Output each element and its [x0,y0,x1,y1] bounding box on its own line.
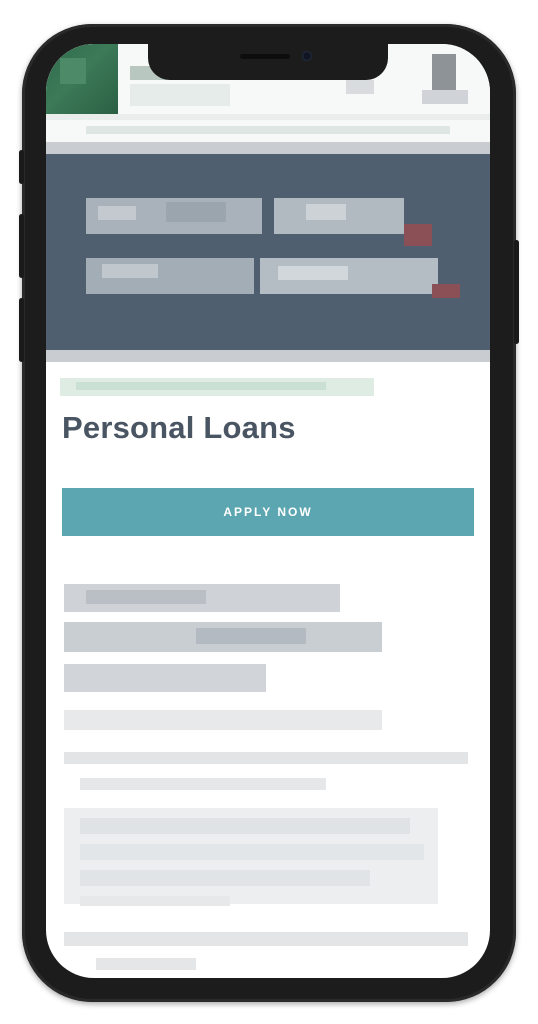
hero-text-blur-4b [278,266,348,280]
page-title: Personal Loans [62,410,296,445]
paragraph-blur-3 [80,778,326,790]
hero-text-blur-3b [102,264,158,278]
header-blur-strip [46,114,490,120]
intro-text-blur-2b [196,628,306,644]
menu-icon[interactable] [432,54,456,90]
volume-down-button [19,298,24,362]
list-blur-inner-4 [80,896,230,906]
hero-accent-2 [432,284,460,298]
list-blur-inner-3 [80,870,370,886]
hero-accent-1 [404,224,432,246]
hero-text-blur-2b [306,204,346,220]
paragraph-blur-2 [64,752,468,764]
silent-switch [19,150,24,184]
category-label-blur-inner [76,382,326,390]
paragraph-blur-4 [64,932,468,946]
list-blur-inner-1 [80,818,410,834]
hero-band [46,154,490,350]
site-logo-icon[interactable] [46,44,118,114]
phone-screen: Personal Loans APPLY NOW [46,44,490,978]
header-blur-d [346,80,374,94]
paragraph-blur-1 [64,710,382,730]
hero-banner [46,142,490,362]
volume-up-button [19,214,24,278]
breadcrumb-blur [86,126,450,134]
intro-text-blur-1b [86,590,206,604]
speaker-icon [240,54,290,59]
paragraph-blur-5 [96,958,196,970]
hero-text-blur-1b [98,206,136,220]
hero-text-blur-1c [166,202,226,222]
power-button [514,240,519,344]
header-blur-c [130,84,230,106]
apply-now-button[interactable]: APPLY NOW [62,488,474,536]
intro-text-blur-3 [64,664,266,692]
camera-icon [302,51,312,61]
header-blur-e [422,90,468,104]
list-blur-inner-2 [80,844,424,860]
notch [148,44,388,80]
